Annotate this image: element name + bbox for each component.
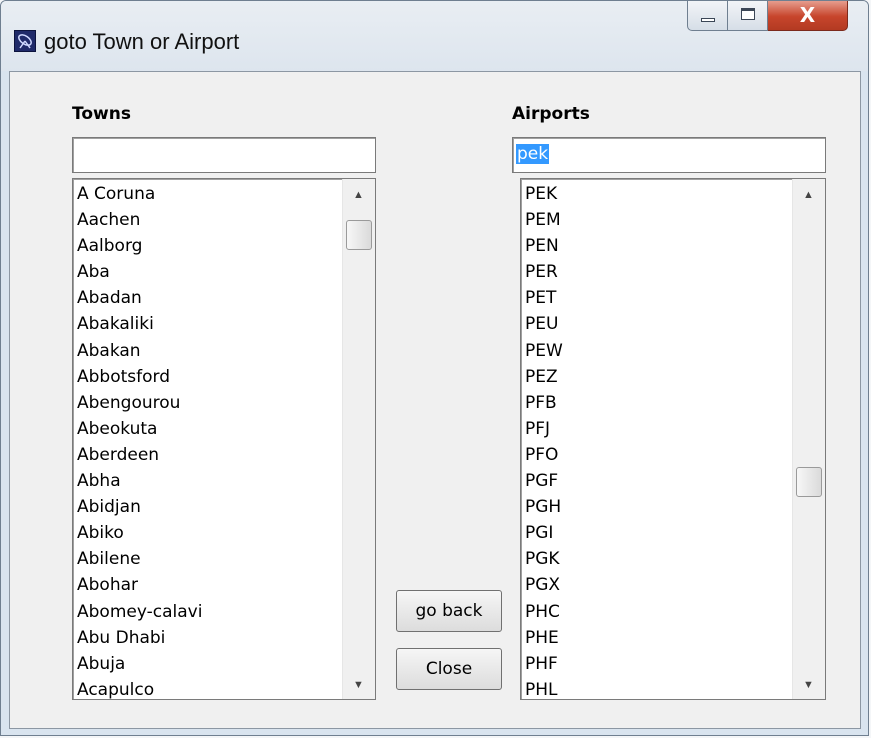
town-list-item[interactable]: Abha <box>77 468 375 494</box>
airport-list-item[interactable]: PET <box>525 285 825 311</box>
town-list-item[interactable]: Abuja <box>77 651 375 677</box>
airport-list-item[interactable]: PFJ <box>525 416 825 442</box>
airport-list-item[interactable]: PFO <box>525 442 825 468</box>
town-list-item[interactable]: Abbotsford <box>77 364 375 390</box>
town-list-item[interactable]: Abakan <box>77 338 375 364</box>
airport-list-item[interactable]: PFB <box>525 390 825 416</box>
town-list-item[interactable]: Abadan <box>77 285 375 311</box>
airports-search-value: pek <box>516 144 550 164</box>
airports-scrollbar[interactable]: ▲ ▼ <box>792 179 825 699</box>
towns-search-input[interactable] <box>72 137 376 173</box>
radar-dish-icon <box>14 30 36 52</box>
town-list-item[interactable]: Abakaliki <box>77 311 375 337</box>
towns-list-items: A Coruna Aachen Aalborg Aba Abadan Abakaliki A… <box>73 179 375 699</box>
maximize-button[interactable] <box>728 1 768 31</box>
airport-list-item[interactable]: PEM <box>525 207 825 233</box>
town-list-item[interactable]: Aachen <box>77 207 375 233</box>
town-list-item[interactable]: Abilene <box>77 546 375 572</box>
dialog-client-area: Towns A Coruna Aachen Aalborg Aba Abadan Abak… <box>9 71 861 729</box>
airport-list-item[interactable]: PHC <box>525 599 825 625</box>
town-list-item[interactable]: Acapulco <box>77 677 375 699</box>
scroll-up-icon[interactable]: ▲ <box>353 189 364 201</box>
town-list-item[interactable]: Aberdeen <box>77 442 375 468</box>
airport-list-item[interactable]: PGF <box>525 468 825 494</box>
close-button[interactable]: Close <box>396 648 502 690</box>
minimize-icon <box>701 18 715 22</box>
airport-list-item[interactable]: PHF <box>525 651 825 677</box>
town-list-item[interactable]: Aalborg <box>77 233 375 259</box>
close-window-button[interactable]: X <box>768 1 848 31</box>
town-list-item[interactable]: Abomey-calavi <box>77 599 375 625</box>
title-bar[interactable]: goto Town or Airport X <box>1 1 868 71</box>
airport-list-item[interactable]: PHE <box>525 625 825 651</box>
towns-scroll-thumb[interactable] <box>346 220 372 251</box>
town-list-item[interactable]: Abohar <box>77 572 375 598</box>
airport-list-item[interactable]: PEW <box>525 338 825 364</box>
towns-label: Towns <box>72 104 131 124</box>
dialog-window: goto Town or Airport X Towns A Coruna Aac… <box>0 0 869 736</box>
airport-list-item[interactable]: PEZ <box>525 364 825 390</box>
towns-scrollbar[interactable]: ▲ ▼ <box>342 179 375 699</box>
airport-list-item[interactable]: PGH <box>525 494 825 520</box>
airport-list-item[interactable]: PEU <box>525 311 825 337</box>
town-list-item[interactable]: Abu Dhabi <box>77 625 375 651</box>
airports-search-input[interactable]: pek <box>512 137 826 173</box>
airports-list-items: PEK PEM PEN PER PET PEU PEW PEZ PFB PFJ PFO PGF PGH P… <box>521 179 825 699</box>
town-list-item[interactable]: A Coruna <box>77 181 375 207</box>
airport-list-item[interactable]: PGX <box>525 572 825 598</box>
airport-list-item[interactable]: PGK <box>525 546 825 572</box>
towns-list[interactable]: A Coruna Aachen Aalborg Aba Abadan Abakaliki A… <box>72 178 376 700</box>
close-icon: X <box>799 3 816 27</box>
airports-list[interactable]: PEK PEM PEN PER PET PEU PEW PEZ PFB PFJ PFO PGF PGH P… <box>520 178 826 700</box>
scroll-up-icon[interactable]: ▲ <box>803 189 814 201</box>
caption-buttons: X <box>687 1 848 34</box>
town-list-item[interactable]: Abengourou <box>77 390 375 416</box>
airport-list-item[interactable]: PER <box>525 259 825 285</box>
scroll-down-icon[interactable]: ▼ <box>803 679 814 691</box>
minimize-button[interactable] <box>687 1 728 31</box>
go-back-button[interactable]: go back <box>396 590 502 632</box>
town-list-item[interactable]: Abidjan <box>77 494 375 520</box>
window-title: goto Town or Airport <box>44 29 240 54</box>
airport-list-item[interactable]: PEK <box>525 181 825 207</box>
town-list-item[interactable]: Aba <box>77 259 375 285</box>
airport-list-item[interactable]: PGI <box>525 520 825 546</box>
airport-list-item[interactable]: PHL <box>525 677 825 699</box>
airport-list-item[interactable]: PEN <box>525 233 825 259</box>
airports-scroll-thumb[interactable] <box>796 467 822 498</box>
town-list-item[interactable]: Abiko <box>77 520 375 546</box>
maximize-icon <box>741 8 755 20</box>
airports-label: Airports <box>512 104 590 124</box>
scroll-down-icon[interactable]: ▼ <box>353 679 364 691</box>
town-list-item[interactable]: Abeokuta <box>77 416 375 442</box>
